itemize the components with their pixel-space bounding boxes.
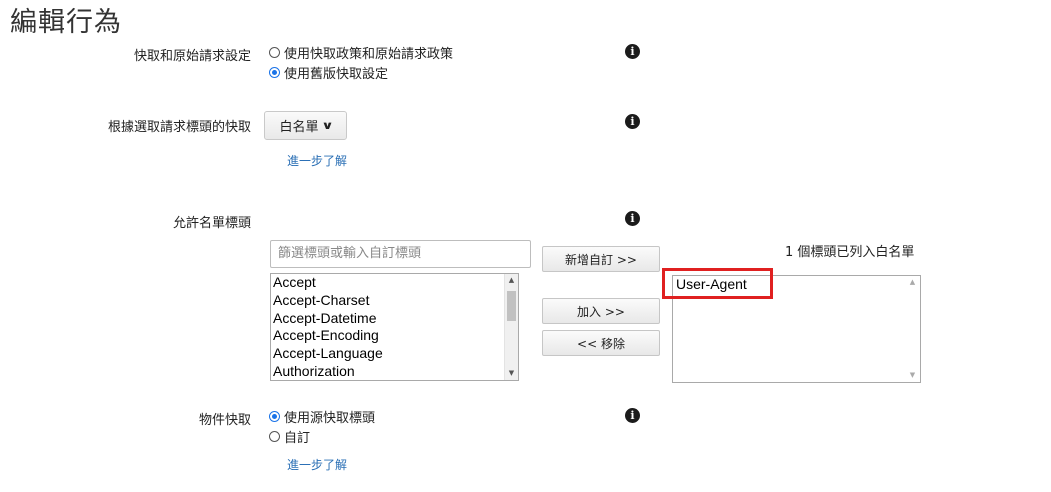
info-icon[interactable]: i (625, 44, 640, 59)
radio-button[interactable] (269, 431, 280, 442)
scrollbar-thumb[interactable] (507, 291, 516, 321)
object-caching-label: 物件快取 (198, 413, 251, 428)
scrollbar[interactable]: ▲ ▼ (504, 274, 518, 380)
list-item[interactable]: Accept-Language (271, 345, 518, 363)
radio-button-selected[interactable] (269, 411, 280, 422)
radio-button[interactable] (269, 47, 280, 58)
learn-more-link[interactable]: 進一步了解 (287, 456, 347, 473)
remove-button[interactable]: << 移除 (542, 330, 660, 356)
page-title: 編輯行為 (10, 7, 122, 38)
list-item[interactable]: Accept-Charset (271, 292, 518, 310)
radio-origin-cache-headers[interactable]: 使用源快取標頭 (269, 407, 375, 426)
add-button[interactable]: 加入 >> (542, 298, 660, 324)
scroll-down-arrow-icon[interactable]: ▼ (505, 367, 518, 380)
list-item[interactable]: Accept-Datetime (271, 310, 518, 328)
learn-more-link[interactable]: 進一步了解 (287, 152, 347, 169)
radio-label: 自訂 (284, 431, 311, 446)
radio-legacy-cache[interactable]: 使用舊版快取設定 (269, 63, 388, 82)
info-icon[interactable]: i (625, 211, 640, 226)
chevron-down-icon: ∨ (320, 119, 334, 132)
dropdown-value: 白名單 (279, 120, 319, 135)
scroll-up-arrow-icon[interactable]: ▲ (505, 274, 518, 287)
radio-label: 使用源快取標頭 (284, 411, 376, 426)
header-cache-dropdown[interactable]: 白名單 ∨ (264, 111, 347, 140)
allowlist-headers-label: 允許名單標頭 (172, 216, 251, 231)
radio-label: 使用舊版快取設定 (284, 67, 389, 82)
add-custom-button[interactable]: 新增自訂 >> (542, 246, 660, 272)
header-cache-label: 根據選取請求標頭的快取 (107, 120, 251, 135)
info-icon[interactable]: i (625, 408, 640, 423)
allowlisted-count: 1 個標頭已列入白名單 (785, 245, 915, 260)
list-item[interactable]: Accept-Encoding (271, 327, 518, 345)
header-filter-input[interactable]: 篩選標頭或輸入自訂標頭 (270, 240, 531, 268)
scroll-up-arrow-icon[interactable]: ▲ (906, 276, 919, 289)
cache-settings-label: 快取和原始請求設定 (133, 49, 251, 64)
radio-customize[interactable]: 自訂 (269, 427, 310, 446)
radio-cache-policy[interactable]: 使用快取政策和原始請求政策 (269, 43, 453, 62)
scroll-down-arrow-icon[interactable]: ▼ (906, 369, 919, 382)
highlight-box (662, 268, 773, 299)
list-item[interactable]: Authorization (271, 363, 518, 380)
radio-label: 使用快取政策和原始請求政策 (284, 47, 454, 62)
radio-button-selected[interactable] (269, 67, 280, 78)
info-icon[interactable]: i (625, 114, 640, 129)
available-headers-list[interactable]: Accept Accept-Charset Accept-Datetime Ac… (270, 273, 519, 381)
scrollbar[interactable]: ▲ ▼ (906, 276, 920, 382)
list-item[interactable]: Accept (271, 274, 518, 292)
